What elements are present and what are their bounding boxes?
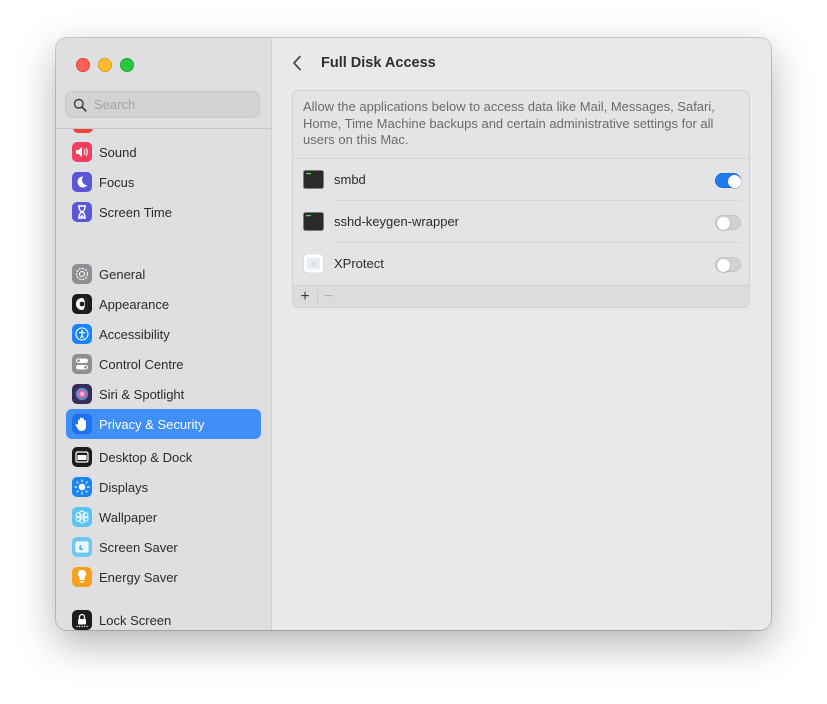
sidebar-item-label: Desktop & Dock [99, 449, 193, 465]
app-row: XProtect [293, 243, 749, 285]
sidebar-item-screen-saver[interactable]: Screen Saver [66, 532, 261, 562]
hourglass-icon [72, 202, 92, 222]
sidebar-item-displays[interactable]: Displays [66, 472, 261, 502]
full-disk-access-panel: Allow the applications below to access d… [292, 90, 750, 308]
sidebar-list[interactable]: Sound Focus Screen Time General Appearance Ac… [56, 129, 271, 630]
sidebar-item-privacy-security[interactable]: Privacy & Security [66, 409, 261, 439]
sidebar-item-accessibility[interactable]: Accessibility [66, 319, 261, 349]
minimize-button[interactable] [98, 58, 112, 72]
main-pane: Full Disk Access Allow the applications … [272, 38, 771, 630]
toggle-knob [716, 258, 730, 272]
app-row: sshd-keygen-wrapper [293, 201, 749, 243]
toggle-knob [716, 216, 730, 230]
sidebar-item-label: Accessibility [99, 326, 170, 342]
accessibility-icon [72, 324, 92, 344]
siri-icon [72, 384, 92, 404]
access-toggle[interactable] [715, 173, 741, 188]
back-button[interactable] [289, 53, 305, 73]
search-field[interactable] [65, 91, 260, 118]
search-icon [73, 98, 87, 112]
toggles-icon [72, 354, 92, 374]
speaker-icon [72, 142, 92, 162]
zoom-button[interactable] [120, 58, 134, 72]
sidebar-item-label: Lock Screen [99, 612, 172, 628]
traffic-lights [76, 58, 134, 72]
screensaver-icon [72, 537, 92, 557]
sidebar-item-label: Energy Saver [99, 569, 178, 585]
moon-icon [72, 172, 92, 192]
sidebar-item-label: Focus [99, 174, 135, 190]
sidebar-item-label: Screen Saver [99, 539, 178, 555]
xprotect-icon [303, 254, 324, 273]
access-toggle[interactable] [715, 215, 741, 230]
sidebar-item-label: Privacy & Security [99, 416, 205, 432]
sidebar-item-wallpaper[interactable]: Wallpaper [66, 502, 261, 532]
sidebar-item-desktop-dock[interactable]: Desktop & Dock [66, 442, 261, 472]
flower-icon [72, 507, 92, 527]
app-name: sshd-keygen-wrapper [334, 214, 460, 229]
sidebar-item-energy-saver[interactable]: Energy Saver [66, 562, 261, 592]
sidebar-item-label: Control Centre [99, 356, 184, 372]
terminal-icon [303, 212, 324, 231]
app-name: smbd [334, 172, 366, 187]
page-title: Full Disk Access [321, 55, 436, 71]
description-text: Allow the applications below to access d… [303, 99, 715, 147]
sun-icon [72, 477, 92, 497]
sidebar-item-label: Appearance [99, 296, 170, 312]
sidebar-item-focus[interactable]: Focus [66, 167, 261, 197]
sidebar-item-label: Siri & Spotlight [99, 386, 185, 402]
sidebar-item-control-centre[interactable]: Control Centre [66, 349, 261, 379]
sidebar-item-label: General [99, 266, 146, 282]
terminal-icon [303, 170, 324, 189]
sidebar-item-sound[interactable]: Sound [66, 137, 261, 167]
remove-app-button[interactable]: − [318, 288, 340, 306]
close-button[interactable] [76, 58, 90, 72]
partial-item-icon [73, 129, 93, 133]
appearance-icon [72, 294, 92, 314]
toggle-knob [727, 174, 741, 188]
sidebar: Sound Focus Screen Time General Appearance Ac… [56, 38, 272, 630]
sidebar-item-label: Sound [99, 144, 137, 160]
lock-icon [72, 610, 92, 630]
gear-icon [72, 264, 92, 284]
sidebar-item-lock-screen[interactable]: Lock Screen [66, 605, 261, 630]
sidebar-item-siri-spotlight[interactable]: Siri & Spotlight [66, 379, 261, 409]
dock-icon [72, 447, 92, 467]
chevron-left-icon [293, 55, 301, 71]
sidebar-item-appearance[interactable]: Appearance [66, 289, 261, 319]
list-footer: + − [293, 285, 749, 307]
sidebar-item-label: Screen Time [99, 204, 172, 220]
sidebar-item-label: Wallpaper [99, 509, 158, 525]
access-toggle[interactable] [715, 257, 741, 272]
hand-icon [72, 414, 92, 434]
app-row: smbd [293, 159, 749, 201]
settings-window: Sound Focus Screen Time General Appearance Ac… [56, 38, 771, 630]
add-app-button[interactable]: + [294, 288, 316, 306]
sidebar-item-label: Displays [99, 479, 149, 495]
sidebar-item-general[interactable]: General [66, 259, 261, 289]
sidebar-item-screen-time[interactable]: Screen Time [66, 197, 261, 227]
search-input[interactable] [94, 97, 244, 112]
bulb-icon [72, 567, 92, 587]
app-name: XProtect [334, 256, 384, 271]
